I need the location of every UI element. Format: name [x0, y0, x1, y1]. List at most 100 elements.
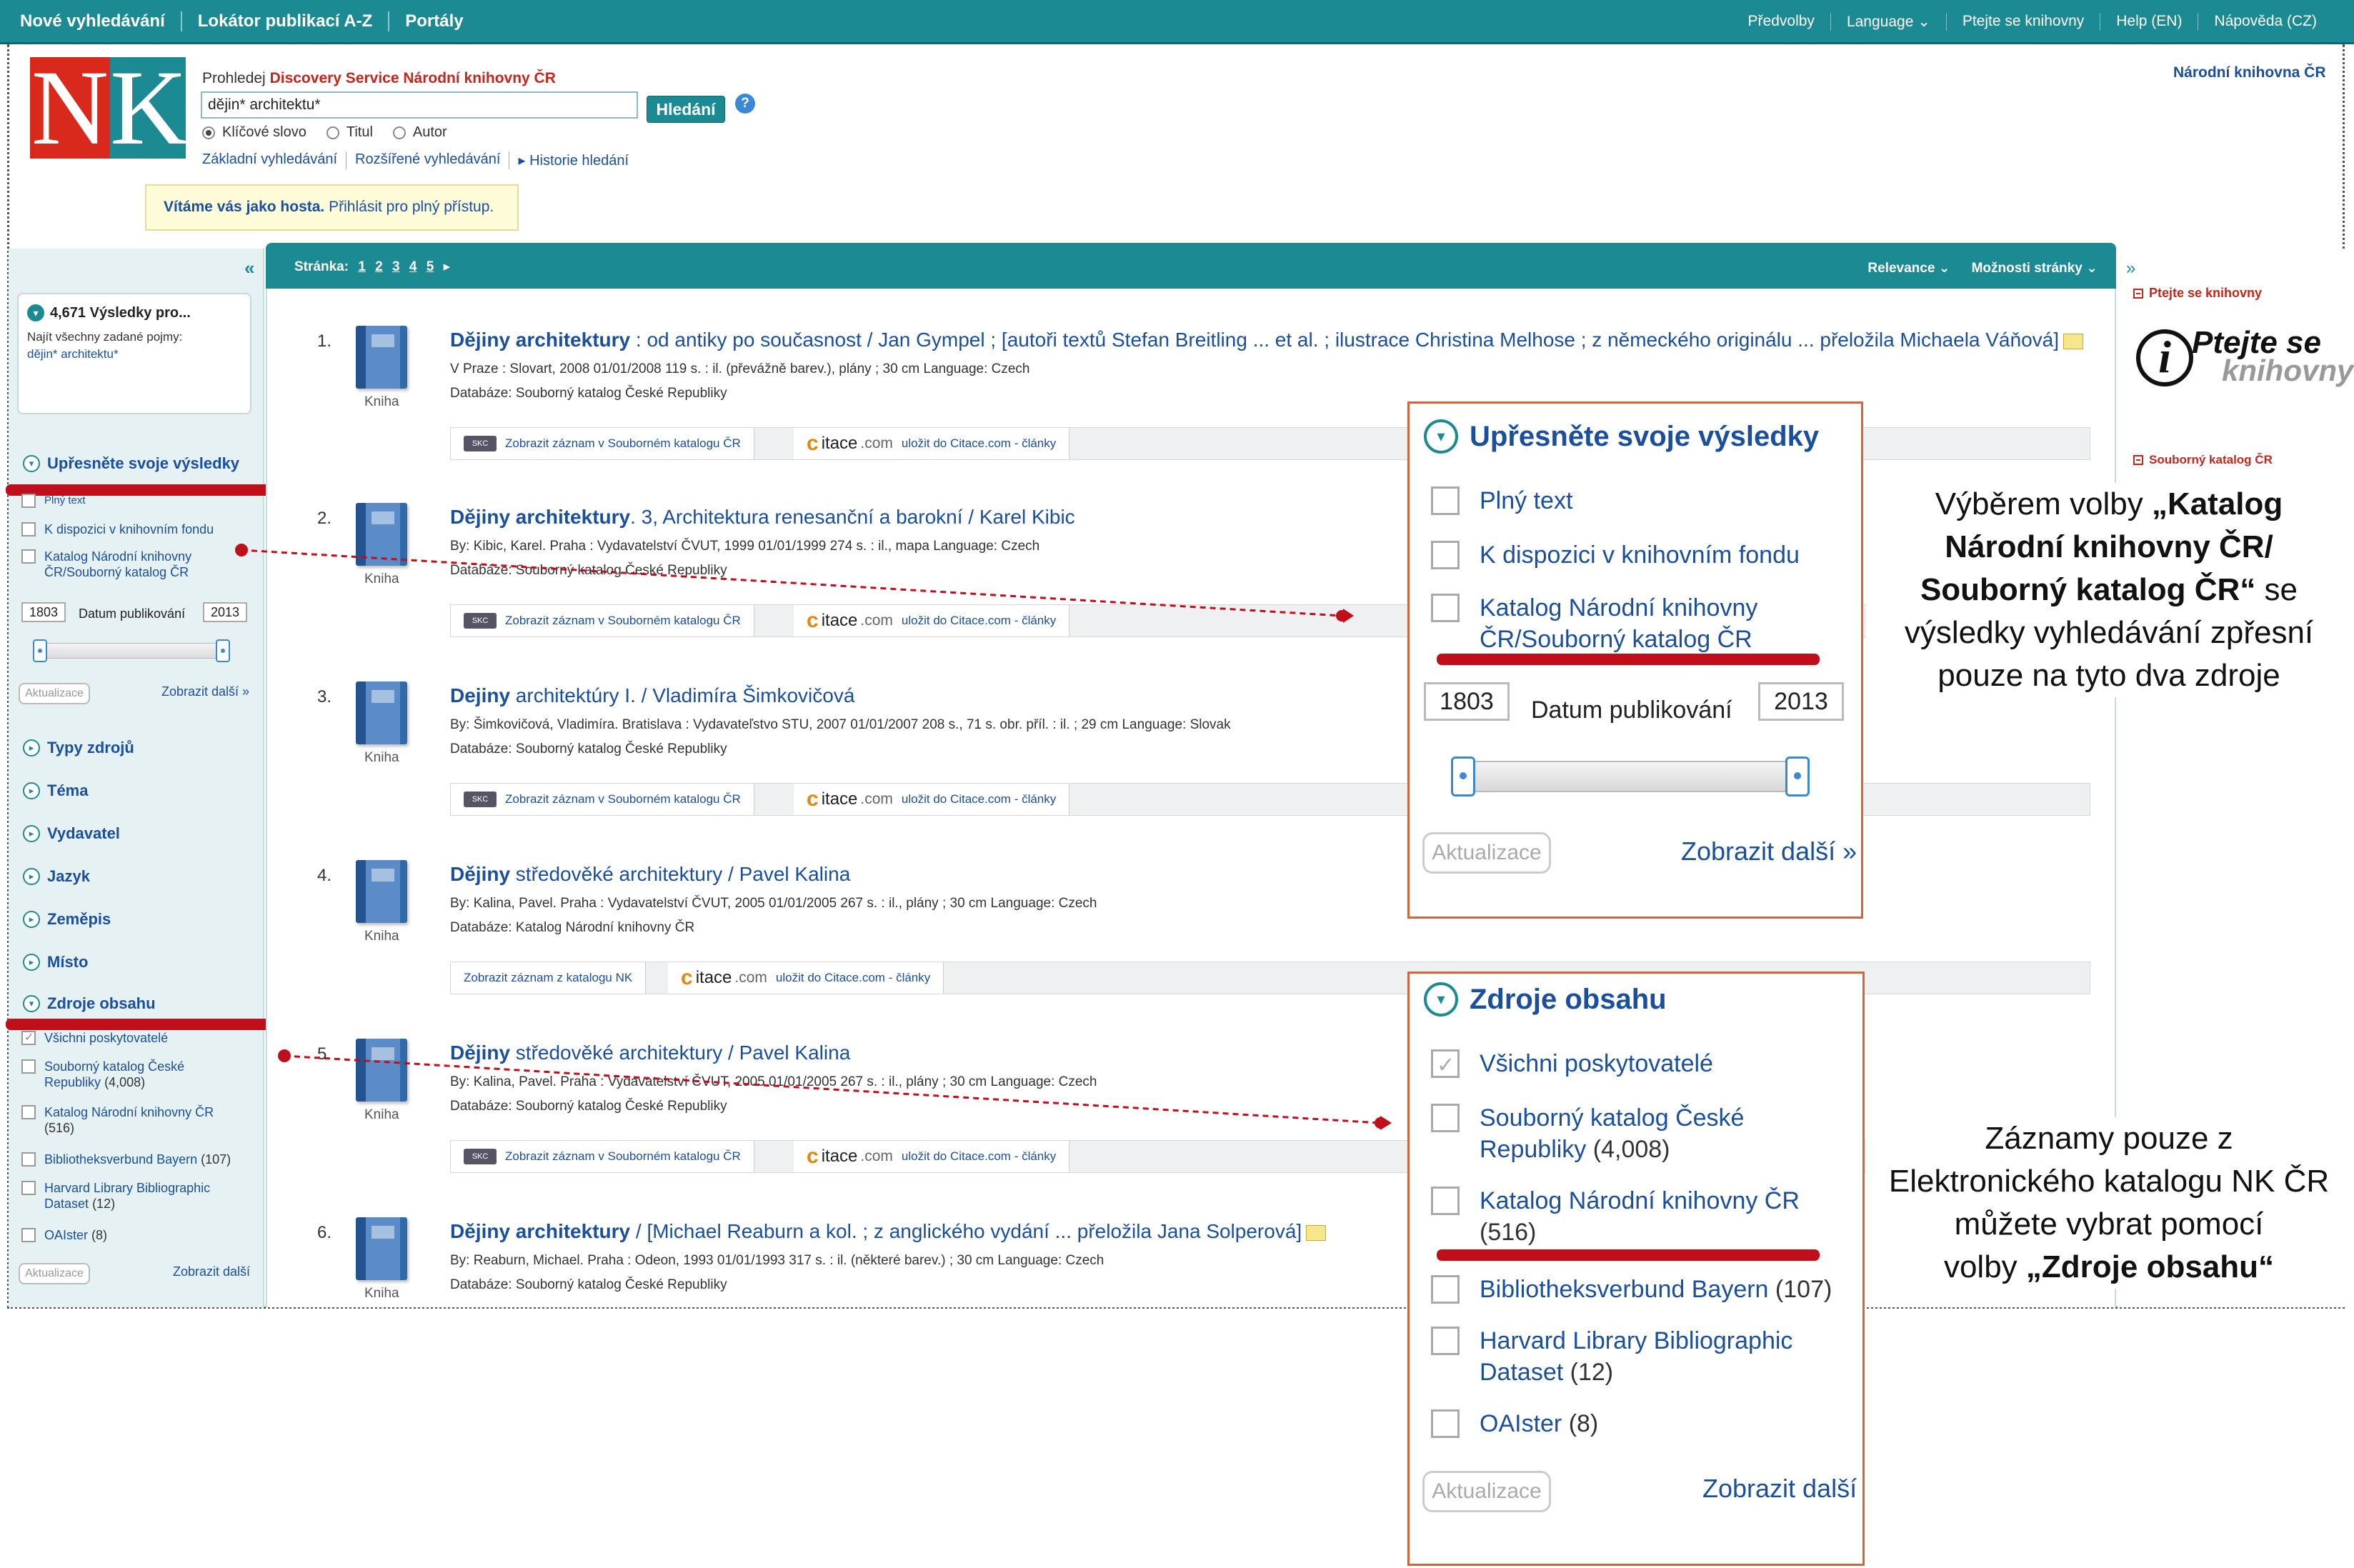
checkbox[interactable] [1431, 1327, 1460, 1355]
catalog-record-link[interactable]: SKC Zobrazit záznam v Souborném katalogu … [451, 784, 754, 815]
zoom-source-skc[interactable]: Souborný katalog České Republiky (4,008) [1431, 1102, 1744, 1165]
page-link[interactable]: 3 [392, 259, 400, 274]
nav-publication-locator[interactable]: Lokátor publikací A-Z [198, 11, 390, 31]
facet-content-sources[interactable]: ▾ Zdroje obsahu [23, 994, 156, 1013]
checkbox[interactable] [1431, 1049, 1460, 1082]
result-title[interactable]: Dějiny středověké architektury / Pavel K… [450, 863, 850, 886]
radio-keyword[interactable]: Klíčové slovo [202, 124, 306, 141]
nav-preferences[interactable]: Předvolby [1732, 13, 1830, 31]
zoom-year-from[interactable]: 1803 [1424, 682, 1510, 721]
checkbox[interactable] [21, 549, 36, 564]
book-icon[interactable] [356, 860, 407, 923]
source-nk-catalog[interactable]: Katalog Národní knihovny ČR (516) [21, 1104, 229, 1136]
facet-publisher[interactable]: ▸ Vydavatel [23, 824, 120, 843]
checkbox[interactable] [21, 1228, 36, 1242]
note-icon[interactable] [1306, 1224, 1327, 1241]
refine-nk-catalog[interactable]: Katalog Národní knihovny ČR/Souborný kat… [21, 549, 229, 580]
nk-logo[interactable]: N K [30, 54, 187, 161]
radio-icon[interactable] [326, 126, 339, 139]
checkbox[interactable] [21, 494, 36, 508]
zoom-year-slider-track[interactable] [1457, 761, 1800, 792]
nav-portals[interactable]: Portály [405, 11, 479, 31]
catalog-record-link[interactable]: SKC Zobrazit záznam v Souborném katalogu … [451, 605, 754, 636]
checkbox[interactable] [21, 1152, 36, 1167]
zoom-sources-header[interactable]: ▾ Zdroje obsahu [1424, 982, 1667, 1017]
page-options-dropdown[interactable]: Možnosti stránky ⌄ [1972, 260, 2098, 276]
year-from-input[interactable]: 1803 [21, 602, 66, 622]
zoom-slider-handle-from[interactable] [1451, 756, 1475, 797]
sidebar-collapse-button[interactable]: « [244, 257, 254, 279]
zoom-refine-available[interactable]: K dispozici v knihovním fondu [1431, 539, 1800, 571]
guest-login-link[interactable]: Přihlásit pro plný přístup. [329, 199, 494, 215]
checkbox[interactable] [1431, 541, 1460, 569]
zoom-source-all[interactable]: Všichni poskytovatelé [1431, 1048, 1713, 1082]
zoom-source-harvard[interactable]: Harvard Library Bibliographic Dataset (12… [1431, 1325, 1792, 1388]
citace-cell[interactable]: c itace .com uložit do Citace.com - články [794, 428, 1070, 459]
radio-author[interactable]: Autor [392, 124, 447, 141]
facet-geography[interactable]: ▸ Zeměpis [23, 910, 111, 929]
checkbox[interactable] [21, 1181, 36, 1195]
checkbox[interactable] [1431, 594, 1460, 622]
result-title[interactable]: Dějiny architektury : od antiky po souča… [450, 329, 2084, 351]
citace-cell[interactable]: c itace .com uložit do Citace.com - články [668, 962, 944, 994]
radio-title[interactable]: Titul [326, 124, 373, 141]
checkbox[interactable] [21, 1030, 36, 1046]
zoom-year-to[interactable]: 2013 [1758, 682, 1844, 721]
collapse-minus-icon[interactable] [2133, 288, 2143, 299]
result-title[interactable]: Dejiny architektúry I. / Vladimíra Šimko… [450, 684, 854, 707]
search-button[interactable]: Hledání [647, 96, 725, 123]
save-to-citace-link[interactable]: uložit do Citace.com - články [902, 1149, 1056, 1164]
checkbox[interactable] [21, 522, 36, 536]
source-oaister[interactable]: OAIster (8) [21, 1227, 107, 1243]
right-collapse-button[interactable]: » [2126, 259, 2135, 279]
zoom-sources-update-button[interactable]: Aktualizace [1422, 1471, 1551, 1512]
book-icon[interactable] [356, 1217, 407, 1280]
source-harvard[interactable]: Harvard Library Bibliographic Dataset (1… [21, 1180, 221, 1212]
book-icon[interactable] [356, 681, 407, 744]
source-skc[interactable]: Souborný katalog České Republiky (4,008) [21, 1059, 229, 1090]
sources-update-button[interactable]: Aktualizace [19, 1263, 90, 1284]
expand-plus-icon[interactable] [2133, 455, 2143, 465]
nav-new-search[interactable]: Nové vyhledávání [20, 11, 182, 31]
save-to-citace-link[interactable]: uložit do Citace.com - články [902, 614, 1056, 628]
refine-more-link[interactable]: Zobrazit další » [161, 684, 249, 699]
zoom-source-bvb[interactable]: Bibliotheksverbund Bayern (107) [1431, 1274, 1832, 1305]
save-to-citace-link[interactable]: uložit do Citace.com - články [776, 971, 930, 985]
checkbox[interactable] [1431, 1187, 1460, 1215]
book-icon[interactable] [356, 503, 407, 566]
refine-results-header[interactable]: ▾ Upřesněte svoje výsledky [23, 454, 239, 473]
nav-help-cz[interactable]: Nápověda (CZ) [2198, 13, 2333, 31]
year-slider-handle-from[interactable] [33, 639, 47, 662]
zoom-slider-handle-to[interactable] [1785, 756, 1810, 797]
search-history-link[interactable]: ▸ Historie hledání [518, 151, 637, 169]
checkbox[interactable] [21, 1059, 36, 1074]
page-link[interactable]: 2 [375, 259, 383, 274]
citace-cell[interactable]: c itace .com uložit do Citace.com - články [794, 605, 1070, 636]
ask-library-header[interactable]: Ptejte se knihovny [2133, 286, 2262, 301]
radio-selected-icon[interactable] [202, 126, 215, 139]
book-icon[interactable] [356, 1039, 407, 1102]
year-to-input[interactable]: 2013 [203, 602, 247, 622]
result-title[interactable]: Dějiny středověké architektury / Pavel K… [450, 1042, 850, 1064]
catalog-record-link[interactable]: Zobrazit záznam z katalogu NK [451, 962, 647, 994]
radio-icon[interactable] [392, 126, 406, 139]
page-link[interactable]: 1 [358, 259, 366, 274]
skc-widget-header[interactable]: Souborný katalog ČR [2133, 453, 2273, 467]
advanced-search-link[interactable]: Rozšířené vyhledávání [355, 151, 510, 169]
citace-cell[interactable]: c itace .com uložit do Citace.com - články [794, 784, 1070, 815]
help-icon[interactable]: ? [735, 94, 755, 114]
result-title[interactable]: Dějiny architektury. 3, Architektura ren… [450, 506, 1075, 529]
source-bvb[interactable]: Bibliotheksverbund Bayern (107) [21, 1152, 231, 1167]
nav-ask-library[interactable]: Ptejte se knihovny [1945, 13, 2100, 31]
checkbox[interactable] [1431, 1409, 1460, 1438]
save-to-citace-link[interactable]: uložit do Citace.com - články [902, 792, 1056, 807]
zoom-refine-nk-catalog[interactable]: Katalog Národní knihovny ČR/Souborný kata… [1431, 592, 1757, 655]
results-query[interactable]: dějin* architektu* [27, 347, 241, 361]
ask-library-logo[interactable]: i Ptejte se knihovny [2136, 325, 2353, 389]
source-all-providers[interactable]: Všichni poskytovatelé [21, 1030, 168, 1046]
zoom-sources-more-link[interactable]: Zobrazit další [1702, 1474, 1857, 1504]
checkbox[interactable] [21, 1105, 36, 1119]
note-icon[interactable] [2063, 333, 2084, 349]
next-page-icon[interactable]: ▸ [444, 259, 451, 274]
citace-cell[interactable]: c itace .com uložit do Citace.com - články [794, 1141, 1070, 1172]
